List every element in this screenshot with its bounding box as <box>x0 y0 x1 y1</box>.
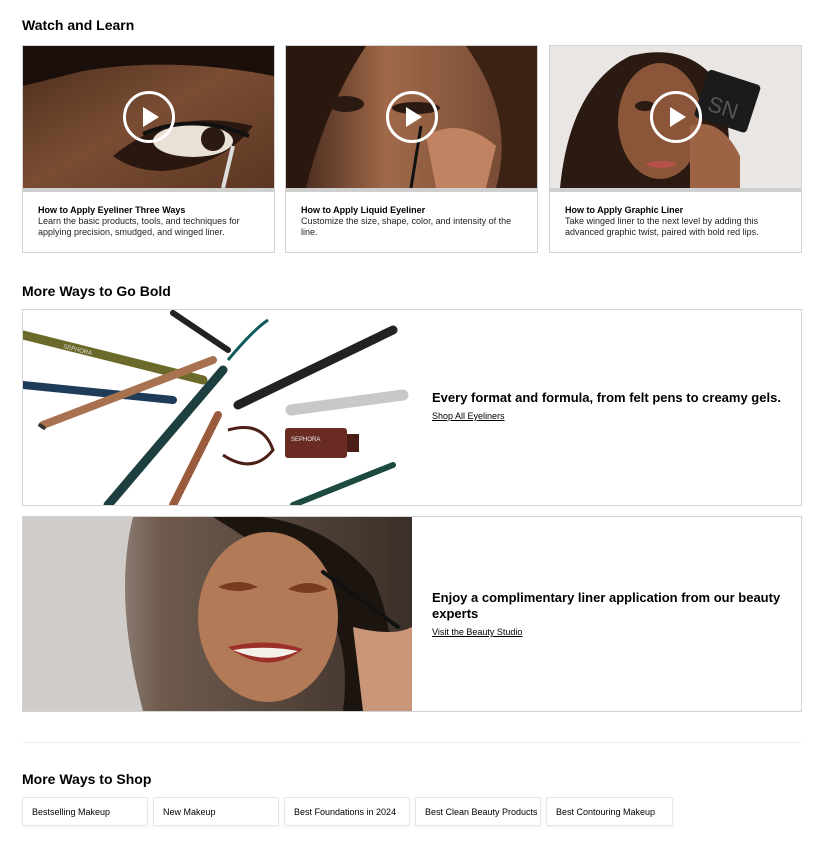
video-card[interactable]: How to Apply Eyeliner Three Ways Learn t… <box>22 45 275 253</box>
chip-bestselling-makeup[interactable]: Bestselling Makeup <box>22 797 148 826</box>
video-title[interactable]: How to Apply Graphic Liner <box>565 205 787 216</box>
play-icon <box>406 107 422 127</box>
chip-clean-beauty[interactable]: Best Clean Beauty Products <box>415 797 541 826</box>
play-button[interactable] <box>123 91 175 143</box>
play-button[interactable] <box>386 91 438 143</box>
go-bold-title: More Ways to Go Bold <box>22 283 171 299</box>
shop-eyeliners-link[interactable]: Shop All Eyeliners <box>432 411 505 421</box>
svg-text:SEPHORA: SEPHORA <box>291 437 320 443</box>
video-card[interactable]: How to Apply Liquid Eyeliner Customize t… <box>285 45 538 253</box>
video-description: Learn the basic products, tools, and tec… <box>38 216 240 237</box>
video-thumbnail[interactable]: SN <box>550 46 801 188</box>
eyeliners-banner[interactable]: SEPHORA SEPHORA Every format and formula… <box>22 309 802 506</box>
section-divider <box>22 742 802 743</box>
chip-new-makeup[interactable]: New Makeup <box>153 797 279 826</box>
video-thumbnail[interactable] <box>23 46 274 188</box>
video-title[interactable]: How to Apply Eyeliner Three Ways <box>38 205 260 216</box>
video-title[interactable]: How to Apply Liquid Eyeliner <box>301 205 523 216</box>
banner-headline: Enjoy a complimentary liner application … <box>432 590 781 621</box>
eyeliner-products-image: SEPHORA SEPHORA <box>23 310 413 505</box>
shop-title: More Ways to Shop <box>22 771 152 787</box>
beauty-studio-link[interactable]: Visit the Beauty Studio <box>432 627 522 637</box>
play-button[interactable] <box>650 91 702 143</box>
video-thumbnail[interactable] <box>286 46 537 188</box>
chip-best-foundations[interactable]: Best Foundations in 2024 <box>284 797 410 826</box>
video-description: Take winged liner to the next level by a… <box>565 216 759 237</box>
video-description: Customize the size, shape, color, and in… <box>301 216 512 237</box>
watch-learn-title: Watch and Learn <box>22 17 135 33</box>
video-progress-bar <box>550 188 801 192</box>
beauty-studio-image <box>23 517 412 711</box>
video-progress-bar <box>23 188 274 192</box>
banner-headline: Every format and formula, from felt pens… <box>432 390 781 405</box>
video-progress-bar <box>286 188 537 192</box>
video-card[interactable]: SN How to Apply Graphic Liner Take winge… <box>549 45 802 253</box>
chip-contouring-makeup[interactable]: Best Contouring Makeup <box>546 797 673 826</box>
play-icon <box>143 107 159 127</box>
beauty-studio-banner[interactable]: Enjoy a complimentary liner application … <box>22 516 802 712</box>
shop-chips: Bestselling Makeup New Makeup Best Found… <box>22 797 673 826</box>
play-icon <box>670 107 686 127</box>
